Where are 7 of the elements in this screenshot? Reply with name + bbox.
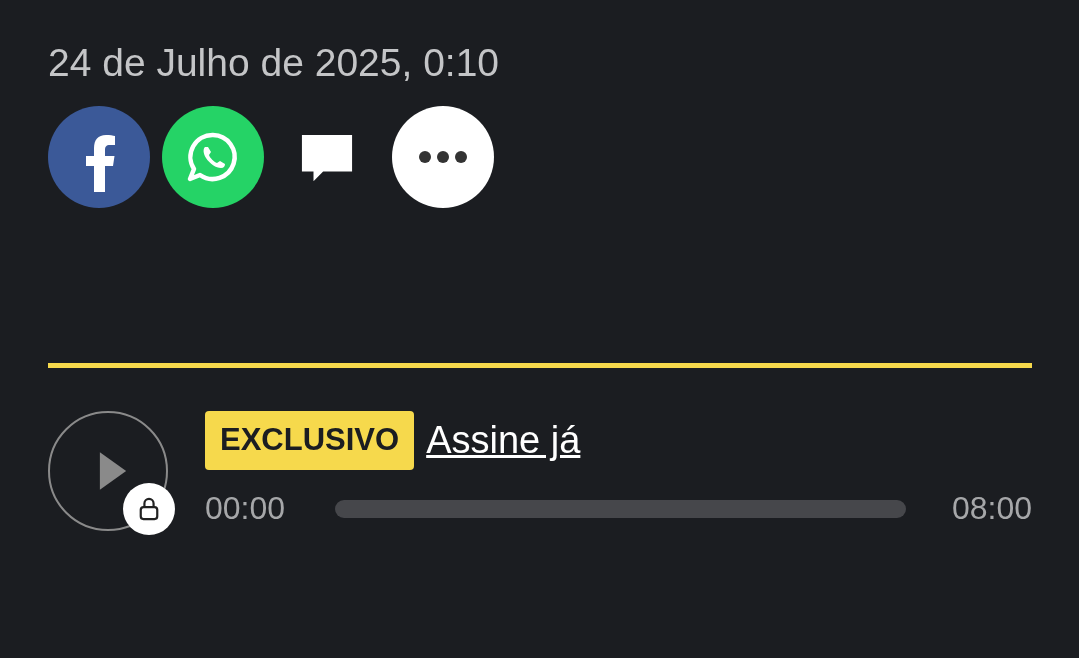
progress-track[interactable] (335, 499, 906, 518)
article-date: 24 de Julho de 2025, 0:10 (48, 40, 501, 86)
current-time: 00:00 (205, 490, 286, 527)
subscribe-link[interactable]: Assine já (426, 419, 581, 462)
exclusive-badge: EXCLUSIVO (205, 411, 415, 470)
more-icon (418, 150, 468, 164)
duration-time: 08:00 (951, 490, 1032, 527)
